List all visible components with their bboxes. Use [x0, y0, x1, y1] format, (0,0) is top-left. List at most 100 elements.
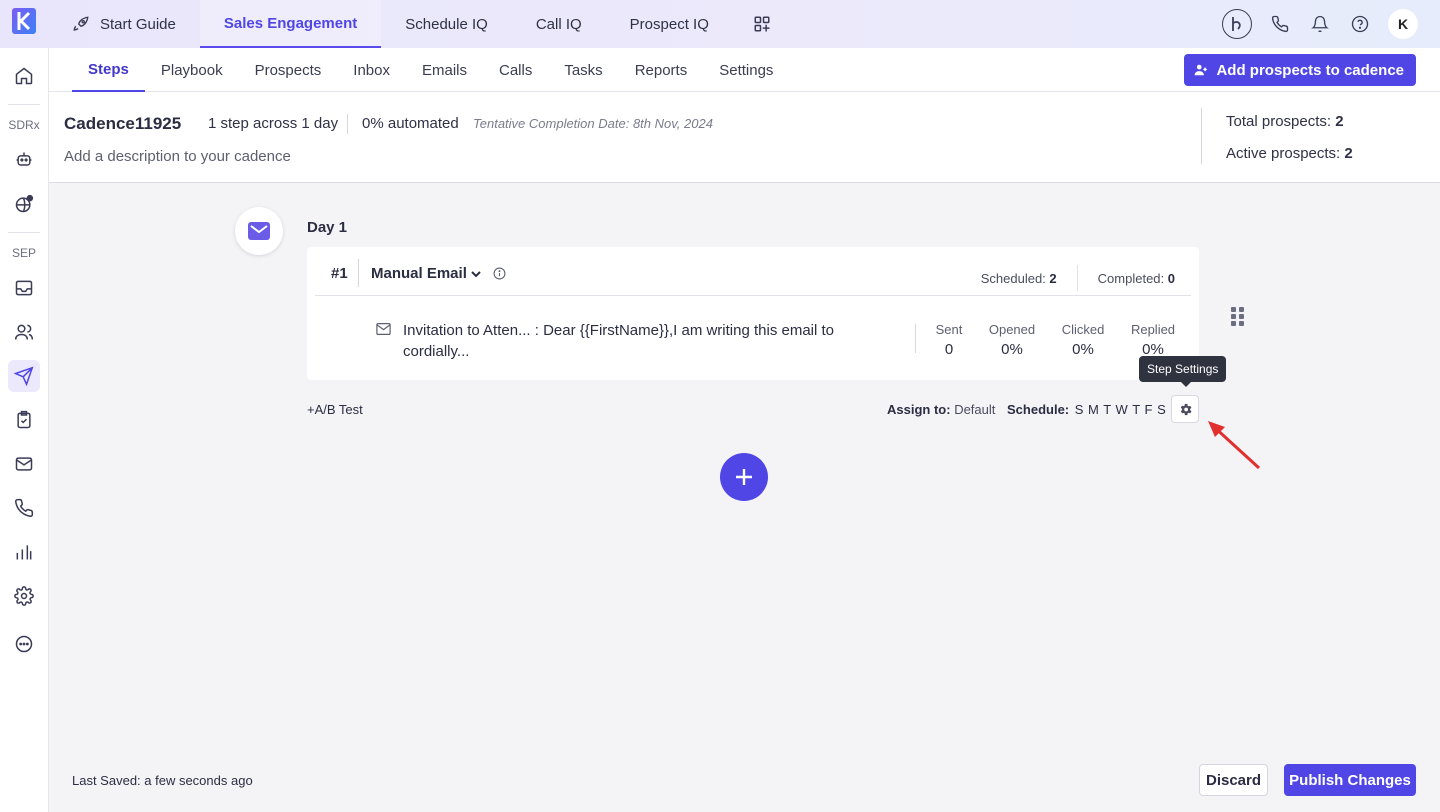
scheduled-label: Scheduled: — [980, 270, 1046, 286]
step-settings-tooltip: Step Settings — [1139, 356, 1227, 387]
automation-percent: 0% automated — [362, 115, 459, 132]
steps-summary: 1 step across 1 day — [208, 115, 339, 132]
publish-changes-button[interactable]: Publish Changes — [1284, 764, 1416, 796]
robot-icon[interactable] — [8, 144, 40, 176]
stat-opened: Opened 0% — [983, 322, 1041, 358]
topnav-prospect-iq[interactable]: Prospect IQ — [606, 0, 733, 48]
completion-date: Tentative Completion Date: 8th Nov, 2024 — [473, 116, 713, 131]
assign-label: Assign to: — [887, 402, 951, 417]
total-prospects: Total prospects: 2 — [1226, 113, 1344, 130]
ab-test-button[interactable]: +A/B Test — [307, 402, 363, 417]
avatar[interactable]: K — [1388, 9, 1418, 39]
active-prospects-label: Active prospects: — [1226, 145, 1341, 162]
total-prospects-label: Total prospects: — [1226, 113, 1332, 130]
divider — [315, 295, 1191, 296]
dialer-logo-icon[interactable] — [1222, 9, 1252, 39]
scheduled-value: 2 — [1049, 270, 1057, 286]
plus-icon — [736, 469, 752, 485]
stat-sent: Sent 0 — [929, 322, 969, 358]
sub-nav: Steps Playbook Prospects Inbox Emails Ca… — [49, 48, 1440, 92]
cadence-info: Cadence11925 1 step across 1 day 0% auto… — [49, 92, 1440, 183]
day-label: Day 1 — [307, 219, 348, 236]
divider — [1076, 265, 1078, 291]
stat-label: Sent — [935, 322, 963, 337]
bell-icon[interactable] — [1308, 12, 1332, 36]
phone-icon[interactable] — [1268, 12, 1292, 36]
more-options-icon[interactable] — [8, 628, 40, 660]
gear-icon — [1180, 403, 1191, 415]
mail-icon[interactable] — [8, 448, 40, 480]
sidebar: SDRx SEP — [0, 48, 49, 812]
topnav-start-guide[interactable]: Start Guide — [48, 0, 200, 48]
add-prospects-label: Add prospects to cadence — [1216, 61, 1404, 79]
step-settings-button[interactable] — [1171, 395, 1199, 423]
info-icon[interactable] — [493, 267, 506, 280]
schedule[interactable]: Schedule: S M T W T F S — [1007, 402, 1166, 417]
users-icon[interactable] — [8, 316, 40, 348]
gear-icon[interactable] — [8, 580, 40, 612]
help-icon[interactable] — [1348, 12, 1372, 36]
email-preview[interactable]: Invitation to Atten... : Dear {{FirstNam… — [403, 320, 863, 362]
tab-calls[interactable]: Calls — [483, 48, 548, 92]
topnav-label: Start Guide — [100, 15, 176, 33]
app-logo[interactable] — [12, 8, 36, 34]
topnav-label: Prospect IQ — [629, 15, 709, 33]
step-card[interactable]: #1 Manual Email Scheduled: 2 Completed: … — [307, 247, 1199, 380]
step-counts: Scheduled: 2 Completed: 0 — [981, 265, 1175, 291]
sidebar-divider — [8, 232, 40, 233]
add-step-button[interactable] — [720, 453, 768, 501]
divider — [915, 324, 916, 353]
topnav-sales-engagement[interactable]: Sales Engagement — [199, 0, 382, 48]
discard-button[interactable]: Discard — [1199, 764, 1268, 796]
sidebar-section-sep: SEP — [11, 246, 36, 260]
completed-label: Completed: — [1097, 270, 1165, 286]
globe-icon[interactable] — [8, 188, 40, 220]
tab-settings[interactable]: Settings — [703, 48, 789, 92]
step-type-dropdown[interactable]: Manual Email — [371, 265, 506, 282]
topnav-call-iq[interactable]: Call IQ — [512, 0, 606, 48]
phone-icon[interactable] — [8, 492, 40, 524]
completed-value: 0 — [1167, 270, 1175, 286]
add-user-icon — [1195, 64, 1208, 76]
annotation-arrow-icon — [1208, 421, 1261, 470]
inbox-icon[interactable] — [8, 272, 40, 304]
task-clipboard-icon[interactable] — [8, 404, 40, 436]
stat-label: Replied — [1130, 322, 1176, 337]
day-email-icon — [235, 207, 283, 255]
divider — [347, 114, 348, 134]
send-icon[interactable] — [8, 360, 40, 392]
stat-value: 0 — [944, 341, 954, 358]
topnav-label: Sales Engagement — [223, 14, 358, 32]
drag-handle-icon[interactable] — [1231, 307, 1245, 332]
active-prospects-value: 2 — [1344, 145, 1353, 162]
tab-steps[interactable]: Steps — [72, 48, 145, 92]
stat-value: 0% — [1001, 341, 1023, 358]
cadence-name[interactable]: Cadence11925 — [64, 114, 181, 134]
divider — [358, 259, 359, 287]
tab-tasks[interactable]: Tasks — [548, 48, 618, 92]
top-bar: Start Guide Sales Engagement Schedule IQ… — [0, 0, 1440, 48]
tab-playbook[interactable]: Playbook — [145, 48, 239, 92]
rocket-icon — [73, 16, 89, 31]
add-prospects-button[interactable]: Add prospects to cadence — [1184, 54, 1416, 86]
last-saved-status: Last Saved: a few seconds ago — [72, 773, 253, 788]
topnav-schedule-iq[interactable]: Schedule IQ — [381, 0, 512, 48]
tab-inbox[interactable]: Inbox — [337, 48, 406, 92]
bar-chart-icon[interactable] — [8, 536, 40, 568]
stat-label: Opened — [988, 322, 1036, 337]
apps-grid-icon[interactable] — [733, 0, 801, 48]
topnav-label: Call IQ — [535, 15, 582, 33]
tab-emails[interactable]: Emails — [406, 48, 483, 92]
tab-reports[interactable]: Reports — [619, 48, 704, 92]
sidebar-divider — [8, 104, 40, 105]
sidebar-section-sdrx: SDRx — [8, 118, 40, 132]
stat-clicked: Clicked 0% — [1056, 322, 1110, 358]
home-icon[interactable] — [8, 60, 40, 92]
active-prospects: Active prospects: 2 — [1226, 145, 1353, 162]
schedule-days: S M T W T F S — [1074, 402, 1167, 417]
cadence-description[interactable]: Add a description to your cadence — [64, 148, 291, 165]
assign-to[interactable]: Assign to: Default — [887, 402, 995, 417]
stat-label: Clicked — [1061, 322, 1105, 337]
tab-prospects[interactable]: Prospects — [239, 48, 338, 92]
stat-value: 0% — [1072, 341, 1094, 358]
